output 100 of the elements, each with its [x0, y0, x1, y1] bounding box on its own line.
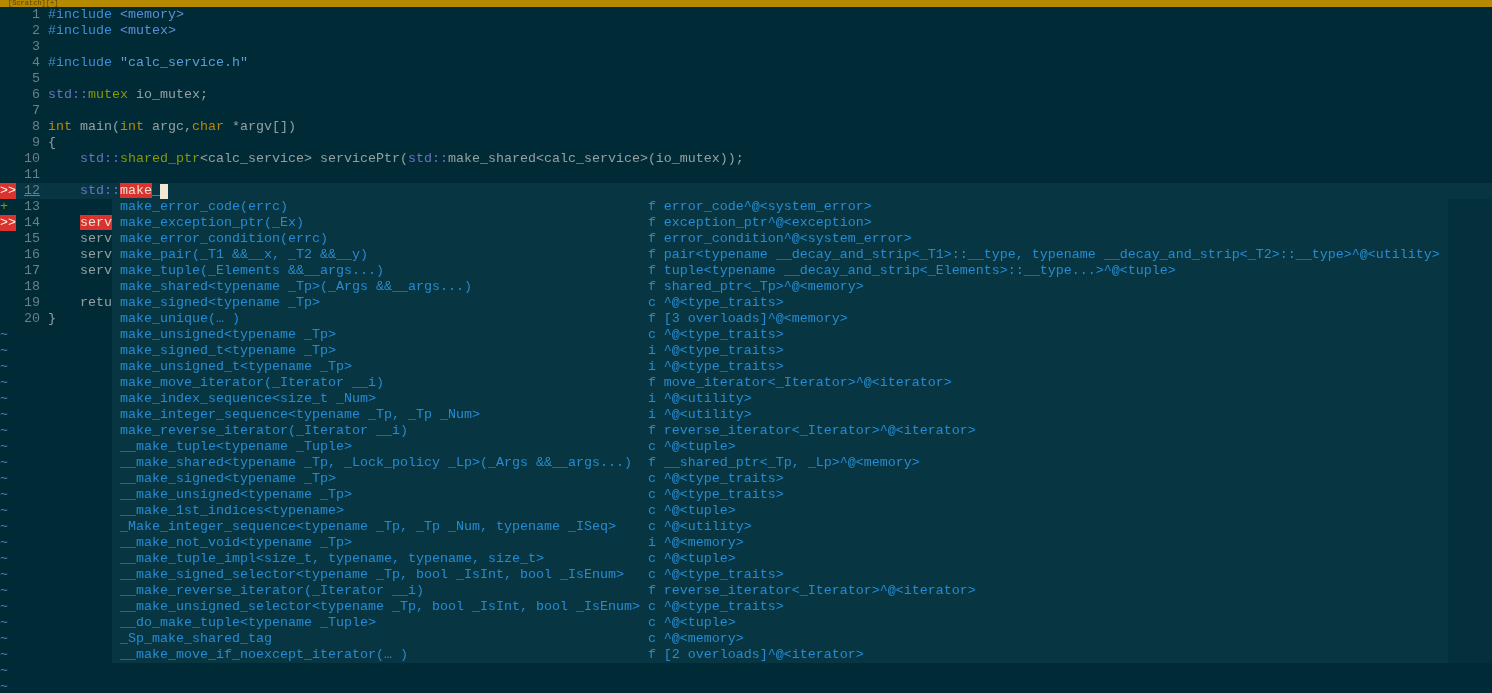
- tilde-marker: ~: [0, 391, 8, 407]
- completion-name: make_unsigned<typename _Tp>: [120, 327, 337, 343]
- tilde-marker: ~: [0, 567, 8, 583]
- completion-item[interactable]: __make_tuple_impl<size_t, typename, typename, size_t> c ^@<tuple>: [112, 551, 1448, 567]
- completion-detail: ^@<memory>: [663, 631, 744, 647]
- tilde-marker: ~: [0, 583, 8, 599]
- completion-detail: move_iterator<_Iterator>^@<iterator>: [663, 375, 952, 391]
- line-number: 18: [24, 279, 40, 295]
- completion-item[interactable]: __make_signed<typename _Tp> c ^@<type_traits>: [112, 471, 1448, 487]
- code-line: int main(int argc,char *argv[]): [48, 119, 296, 135]
- completion-name: make_integer_sequence<typename _Tp, _Tp _Num>: [120, 407, 481, 423]
- completion-item[interactable]: make_signed<typename _Tp> c ^@<type_traits>: [112, 295, 1448, 311]
- completion-item[interactable]: _Make_integer_sequence<typename _Tp, _Tp _Num, typename _ISeq> c ^@<utility>: [112, 519, 1448, 535]
- completion-kind: c: [647, 631, 657, 647]
- completion-name: make_signed<typename _Tp>: [120, 295, 321, 311]
- tilde-marker: ~: [0, 615, 8, 631]
- completion-kind: i: [647, 407, 657, 423]
- completion-detail: ^@<tuple>: [663, 503, 736, 519]
- tilde-marker: ~: [0, 327, 8, 343]
- completion-detail: tuple<typename __decay_and_strip<_Elements>::__type...>^@<tuple>: [663, 263, 1176, 279]
- code-line: #include <memory>: [48, 7, 184, 23]
- tilde-marker: ~: [0, 503, 8, 519]
- completion-kind: i: [647, 359, 657, 375]
- completion-item[interactable]: __make_unsigned<typename _Tp> c ^@<type_traits>: [112, 487, 1448, 503]
- tilde-marker: ~: [0, 407, 8, 423]
- completion-kind: c: [647, 519, 657, 535]
- completion-detail: ^@<type_traits>: [663, 343, 784, 359]
- completion-name: make_pair(_T1 &&__x, _T2 &&__y): [120, 247, 369, 263]
- line-number: 15: [24, 231, 40, 247]
- completion-name: __make_unsigned_selector<typename _Tp, bool _IsInt, bool _IsEnum>: [120, 599, 641, 615]
- completion-detail: ^@<type_traits>: [663, 487, 784, 503]
- completion-name: make_unique(… ): [120, 311, 241, 327]
- completion-item[interactable]: make_shared<typename _Tp>(_Args &&__args...) f shared_ptr<_Tp>^@<memory>: [112, 279, 1448, 295]
- tilde-marker: ~: [0, 423, 8, 439]
- line-number: 2: [32, 23, 40, 39]
- line-number: 19: [24, 295, 40, 311]
- completion-detail: pair<typename __decay_and_strip<_T1>::__type, typename __decay_and_strip<_T2>::__type>^@<utility>: [663, 247, 1440, 263]
- line-number: 10: [24, 151, 40, 167]
- completion-item[interactable]: make_unsigned_t<typename _Tp> i ^@<type_traits>: [112, 359, 1448, 375]
- completion-kind: f: [647, 423, 657, 439]
- added-sign: +: [0, 199, 8, 215]
- completion-item[interactable]: make_unsigned<typename _Tp> c ^@<type_traits>: [112, 327, 1448, 343]
- tilde-marker: ~: [0, 343, 8, 359]
- completion-name: __make_tuple_impl<size_t, typename, typename, size_t>: [120, 551, 545, 567]
- completion-item[interactable]: make_move_iterator(_Iterator __i) f move_iterator<_Iterator>^@<iterator>: [112, 375, 1448, 391]
- code-line: serv: [80, 231, 112, 247]
- line-number: 6: [32, 87, 40, 103]
- completion-kind: c: [647, 503, 657, 519]
- completion-kind: c: [647, 487, 657, 503]
- completion-name: __make_signed<typename _Tp>: [120, 471, 337, 487]
- line-number: 5: [32, 71, 40, 87]
- completion-kind: i: [647, 391, 657, 407]
- completion-kind: f: [647, 455, 657, 471]
- completion-item[interactable]: _Sp_make_shared_tag c ^@<memory>: [112, 631, 1448, 647]
- completion-item[interactable]: __make_signed_selector<typename _Tp, bool _IsInt, bool _IsEnum> c ^@<type_traits>: [112, 567, 1448, 583]
- completion-name: __do_make_tuple<typename _Tuple>: [120, 615, 377, 631]
- completion-item[interactable]: __make_move_if_noexcept_iterator(… ) f [2 overloads]^@<iterator>: [112, 647, 1448, 663]
- completion-kind: f: [647, 375, 657, 391]
- completion-item[interactable]: __do_make_tuple<typename _Tuple> c ^@<tuple>: [112, 615, 1448, 631]
- completion-detail: reverse_iterator<_Iterator>^@<iterator>: [663, 583, 976, 599]
- completion-kind: c: [647, 551, 657, 567]
- line-number: 14: [24, 215, 40, 231]
- completion-item[interactable]: make_index_sequence<size_t _Num> i ^@<utility>: [112, 391, 1448, 407]
- completion-name: __make_move_if_noexcept_iterator(… ): [120, 647, 409, 663]
- completion-item[interactable]: __make_1st_indices<typename> c ^@<tuple>: [112, 503, 1448, 519]
- completion-item[interactable]: make_error_code(errc) f error_code^@<system_error>: [112, 199, 1448, 215]
- completion-item[interactable]: make_pair(_T1 &&__x, _T2 &&__y) f pair<typename __decay_and_strip<_T1>::__type, typename __decay_and_strip<_T2>::__type>^@<utility>: [112, 247, 1448, 263]
- completion-item[interactable]: make_exception_ptr(_Ex) f exception_ptr^@<exception>: [112, 215, 1448, 231]
- completion-detail: ^@<utility>: [663, 519, 752, 535]
- code-line: retu: [80, 295, 112, 311]
- completion-kind: f: [647, 247, 657, 263]
- completion-detail: ^@<type_traits>: [663, 295, 784, 311]
- completion-item[interactable]: __make_unsigned_selector<typename _Tp, bool _IsInt, bool _IsEnum> c ^@<type_traits>: [112, 599, 1448, 615]
- completion-item[interactable]: make_signed_t<typename _Tp> i ^@<type_traits>: [112, 343, 1448, 359]
- completion-detail: exception_ptr^@<exception>: [663, 215, 872, 231]
- completion-item[interactable]: make_integer_sequence<typename _Tp, _Tp _Num> i ^@<utility>: [112, 407, 1448, 423]
- completion-item[interactable]: make_tuple(_Elements &&__args...) f tuple<typename __decay_and_strip<_Elements>::__type...>^@<tuple>: [112, 263, 1448, 279]
- completion-name: make_reverse_iterator(_Iterator __i): [120, 423, 409, 439]
- completion-kind: f: [647, 647, 657, 663]
- error-sign: >>: [0, 215, 16, 231]
- completion-name: __make_1st_indices<typename>: [120, 503, 345, 519]
- completion-name: make_error_code(errc): [120, 199, 289, 215]
- completion-item[interactable]: make_reverse_iterator(_Iterator __i) f reverse_iterator<_Iterator>^@<iterator>: [112, 423, 1448, 439]
- line-number: 4: [32, 55, 40, 71]
- completion-name: __make_tuple<typename _Tuple>: [120, 439, 353, 455]
- completion-item[interactable]: make_unique(… ) f [3 overloads]^@<memory>: [112, 311, 1448, 327]
- tilde-marker: ~: [0, 631, 8, 647]
- completion-item[interactable]: __make_shared<typename _Tp, _Lock_policy _Lp>(_Args &&__args...) f __shared_ptr<_Tp, _Lp>^@<memory>: [112, 455, 1448, 471]
- completion-item[interactable]: __make_not_void<typename _Tp> i ^@<memory>: [112, 535, 1448, 551]
- completion-kind: f: [647, 263, 657, 279]
- completion-item[interactable]: __make_tuple<typename _Tuple> c ^@<tuple>: [112, 439, 1448, 455]
- completion-detail: ^@<type_traits>: [663, 327, 784, 343]
- completion-item[interactable]: __make_reverse_iterator(_Iterator __i) f reverse_iterator<_Iterator>^@<iterator>: [112, 583, 1448, 599]
- tilde-marker: ~: [0, 487, 8, 503]
- completion-item[interactable]: make_error_condition(errc) f error_condition^@<system_error>: [112, 231, 1448, 247]
- completion-kind: c: [647, 471, 657, 487]
- code-line: std::mutex io_mutex;: [48, 87, 208, 103]
- completion-detail: ^@<type_traits>: [663, 359, 784, 375]
- completion-kind: f: [647, 199, 657, 215]
- completion-detail: ^@<memory>: [663, 535, 744, 551]
